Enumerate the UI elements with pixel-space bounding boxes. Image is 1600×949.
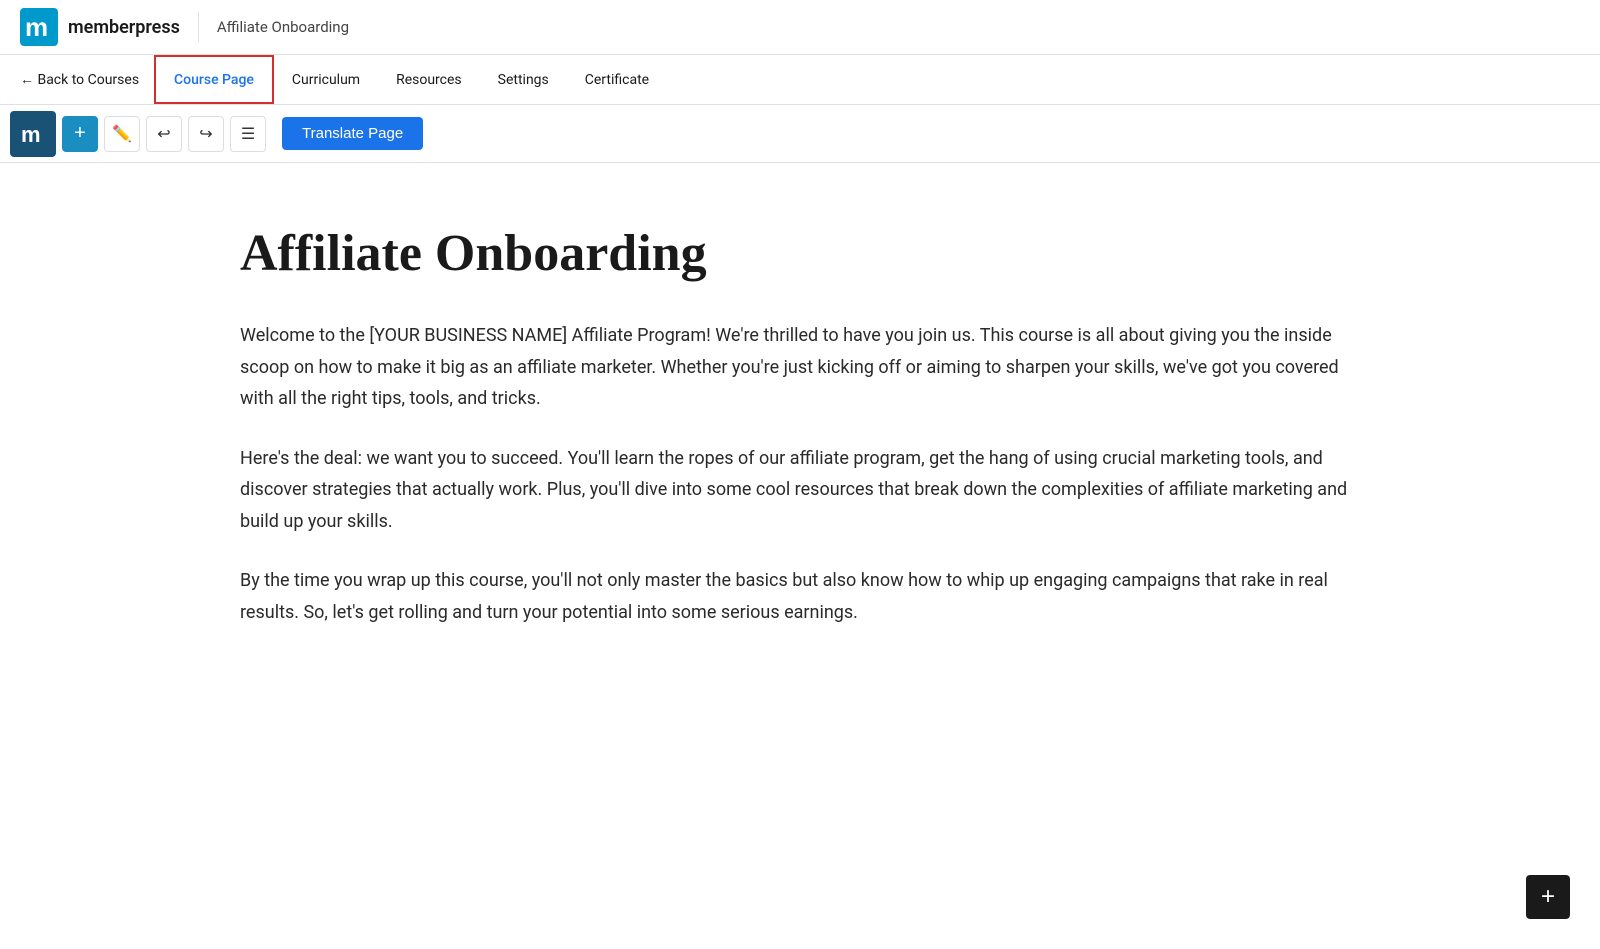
memberpress-logo: m: [20, 8, 58, 46]
redo-icon: ↪: [199, 124, 212, 144]
undo-button[interactable]: ↩: [146, 116, 182, 152]
nav-bar: ← Back to Courses Course Page Curriculum…: [0, 55, 1600, 105]
brand-name: memberpress: [68, 17, 180, 38]
header-divider: [198, 12, 199, 42]
page-heading: Affiliate Onboarding: [240, 223, 1360, 285]
tab-settings[interactable]: Settings: [480, 55, 567, 104]
logo-area: m memberpress: [20, 8, 180, 46]
list-icon: ☰: [241, 124, 255, 144]
paragraph-3: By the time you wrap up this course, you…: [240, 565, 1360, 628]
bottom-add-button[interactable]: +: [1526, 875, 1570, 919]
toolbar-bar: m + ✏️ ↩ ↪ ☰ Translate Page: [0, 105, 1600, 163]
toolbar-logo-button[interactable]: m: [10, 111, 56, 157]
tab-curriculum[interactable]: Curriculum: [274, 55, 378, 104]
edit-icon: ✏️: [112, 124, 132, 144]
tab-resources[interactable]: Resources: [378, 55, 480, 104]
page-content: Affiliate Onboarding Welcome to the [YOU…: [140, 163, 1460, 716]
tab-certificate[interactable]: Certificate: [567, 55, 667, 104]
tab-course-page[interactable]: Course Page: [154, 55, 274, 104]
nav-tabs: Course Page Curriculum Resources Setting…: [154, 55, 667, 104]
translate-page-button[interactable]: Translate Page: [282, 117, 423, 150]
redo-button[interactable]: ↪: [188, 116, 224, 152]
edit-button[interactable]: ✏️: [104, 116, 140, 152]
paragraph-2: Here's the deal: we want you to succeed.…: [240, 443, 1360, 538]
list-view-button[interactable]: ☰: [230, 116, 266, 152]
svg-text:m: m: [25, 12, 48, 42]
course-title-header: Affiliate Onboarding: [217, 18, 349, 36]
add-block-button[interactable]: +: [62, 116, 98, 152]
toolbar-m-icon: m: [19, 120, 47, 148]
header-bar: m memberpress Affiliate Onboarding: [0, 0, 1600, 55]
paragraph-1: Welcome to the [YOUR BUSINESS NAME] Affi…: [240, 320, 1360, 415]
undo-icon: ↩: [157, 124, 170, 144]
svg-text:m: m: [21, 122, 41, 147]
back-to-courses-link[interactable]: ← Back to Courses: [10, 71, 149, 88]
back-label: ← Back to Courses: [20, 71, 139, 88]
